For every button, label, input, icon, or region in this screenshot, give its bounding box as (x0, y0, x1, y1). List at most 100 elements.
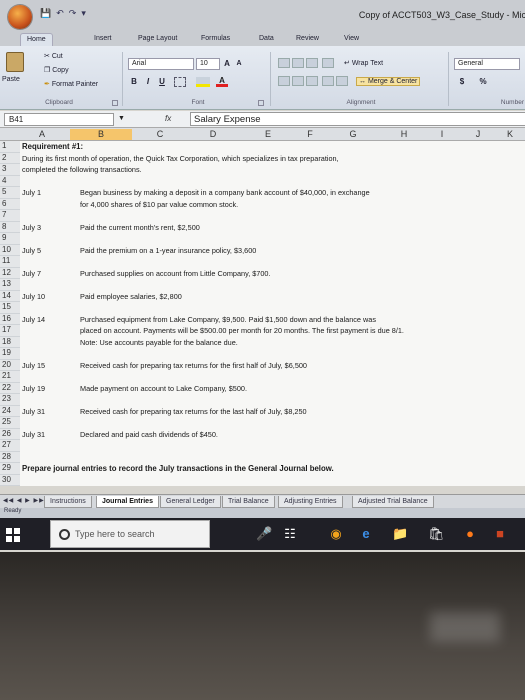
row-number[interactable]: 28 (0, 451, 20, 463)
row-number[interactable]: 6 (0, 198, 20, 210)
worksheet-grid[interactable]: 1 Requirement #1: 2 During its first month … (0, 141, 525, 486)
name-box-dropdown-icon[interactable]: ▼ (118, 115, 125, 122)
font-size-select[interactable]: 10 (196, 58, 220, 70)
row-number[interactable]: 23 (0, 394, 20, 406)
tab-review[interactable]: Review (290, 33, 325, 46)
column-header-g[interactable]: G (322, 129, 384, 139)
row-number[interactable]: 18 (0, 336, 20, 348)
cell-date[interactable]: July 5 (22, 246, 41, 255)
paste-button[interactable]: Paste (2, 76, 20, 83)
column-header-a[interactable]: A (22, 129, 62, 139)
sheet-tab-adjusting-entries[interactable]: Adjusting Entries (278, 496, 343, 508)
paste-icon[interactable] (6, 52, 24, 72)
row-number[interactable]: 10 (0, 244, 20, 256)
cell-description[interactable]: Began business by making a deposit in a … (80, 188, 370, 197)
cell-description[interactable]: placed on account. Payments will be $500… (80, 326, 404, 335)
column-header-b[interactable]: B (70, 129, 132, 140)
row-number[interactable]: 26 (0, 428, 20, 440)
italic-button[interactable]: I (142, 76, 154, 88)
row-number[interactable]: 7 (0, 210, 20, 222)
row-number[interactable]: 14 (0, 290, 20, 302)
row-number[interactable]: 16 (0, 313, 20, 325)
clipboard-launcher-icon[interactable] (112, 100, 118, 106)
align-left-icon[interactable] (278, 76, 290, 86)
cell-description[interactable]: for 4,000 shares of $10 par value common… (80, 200, 238, 209)
row-number[interactable]: 15 (0, 302, 20, 314)
office-button[interactable] (8, 5, 32, 29)
row-number[interactable]: 21 (0, 371, 20, 383)
tab-home[interactable]: Home (20, 33, 53, 46)
align-middle-icon[interactable] (292, 58, 304, 68)
cell-date[interactable]: During its first month of operation, the… (22, 154, 339, 163)
tab-page-layout[interactable]: Page Layout (132, 33, 183, 46)
font-color-button[interactable]: A (216, 75, 228, 87)
row-number[interactable]: 9 (0, 233, 20, 245)
row-number[interactable]: 13 (0, 279, 20, 291)
row-number[interactable]: 3 (0, 164, 20, 176)
cell-date[interactable]: July 19 (22, 384, 45, 393)
cut-button[interactable]: ✂ Cut (44, 52, 63, 60)
save-icon[interactable]: 💾 (40, 8, 51, 19)
cell-date[interactable]: July 10 (22, 292, 45, 301)
column-header-j[interactable]: J (460, 129, 496, 139)
cell-date[interactable]: July 31 (22, 407, 45, 416)
sheet-tab-trial-balance[interactable]: Trial Balance (222, 496, 275, 508)
cell-date[interactable]: July 3 (22, 223, 41, 232)
firefox-icon[interactable]: ● (462, 526, 478, 542)
cell-date[interactable]: July 31 (22, 430, 45, 439)
task-view-icon[interactable]: ☷ (282, 526, 298, 542)
cell-description[interactable]: Paid employee salaries, $2,800 (80, 292, 182, 301)
windows-start-icon[interactable] (6, 528, 20, 542)
cell-description[interactable]: Purchased equipment from Lake Company, $… (80, 315, 376, 324)
column-header-c[interactable]: C (132, 129, 188, 139)
cell-description[interactable]: Received cash for preparing tax returns … (80, 361, 307, 370)
column-header-k[interactable]: K (496, 129, 524, 139)
wrap-text-button[interactable]: ↵ Wrap Text (344, 59, 383, 67)
row-number[interactable]: 27 (0, 440, 20, 452)
align-right-icon[interactable] (306, 76, 318, 86)
sheet-tab-general-ledger[interactable]: General Ledger (160, 496, 221, 508)
column-header-f[interactable]: F (298, 129, 322, 139)
undo-icon[interactable]: ↶ (56, 8, 64, 19)
formula-input[interactable]: Salary Expense (190, 112, 525, 126)
cell-date[interactable]: completed the following transactions. (22, 165, 142, 174)
customize-qat-icon[interactable]: ▾ (81, 8, 86, 19)
orientation-icon[interactable] (322, 58, 334, 68)
underline-button[interactable]: U (156, 76, 168, 88)
cell-date[interactable]: July 14 (22, 315, 45, 324)
tab-data[interactable]: Data (253, 33, 280, 46)
cell-description[interactable]: Note: Use accounts payable for the balan… (80, 338, 238, 347)
taskbar-search-box[interactable]: Type here to search (50, 520, 210, 548)
row-number[interactable]: 1 (0, 141, 20, 153)
redo-icon[interactable]: ↷ (69, 8, 77, 19)
cell-date[interactable]: July 1 (22, 188, 41, 197)
sheet-tab-adjusted-trial-balance[interactable]: Adjusted Trial Balance (352, 496, 434, 508)
merge-center-button[interactable]: ↔ Merge & Center (356, 77, 421, 86)
copy-button[interactable]: ❐ Copy (44, 66, 69, 74)
percent-format-button[interactable]: % (476, 76, 490, 88)
row-number[interactable]: 20 (0, 359, 20, 371)
fill-color-icon[interactable] (196, 77, 210, 87)
row-number[interactable]: 5 (0, 187, 20, 199)
grow-font-button[interactable]: A (222, 58, 232, 70)
cell-description[interactable]: Purchased supplies on account from Littl… (80, 269, 271, 278)
row-number[interactable]: 22 (0, 382, 20, 394)
cell-description[interactable]: Paid the premium on a 1-year insurance p… (80, 246, 256, 255)
cell-description[interactable]: Made payment on account to Lake Company,… (80, 384, 247, 393)
row-number[interactable]: 19 (0, 348, 20, 360)
row-number[interactable]: 24 (0, 405, 20, 417)
insert-function-button[interactable]: fx (165, 114, 171, 123)
shrink-font-button[interactable]: A (234, 58, 244, 70)
column-header-e[interactable]: E (238, 129, 298, 139)
cell-description[interactable]: Received cash for preparing tax returns … (80, 407, 307, 416)
store-icon[interactable]: 🛍 (428, 526, 445, 542)
font-launcher-icon[interactable] (258, 100, 264, 106)
row-number[interactable]: 25 (0, 417, 20, 429)
microphone-icon[interactable]: 🎤 (256, 526, 272, 542)
row-number[interactable]: 12 (0, 267, 20, 279)
align-top-icon[interactable] (278, 58, 290, 68)
borders-icon[interactable] (174, 77, 186, 87)
currency-format-button[interactable]: $ (456, 76, 468, 88)
edge-icon[interactable]: e (358, 526, 374, 542)
cell-date[interactable]: July 15 (22, 361, 45, 370)
